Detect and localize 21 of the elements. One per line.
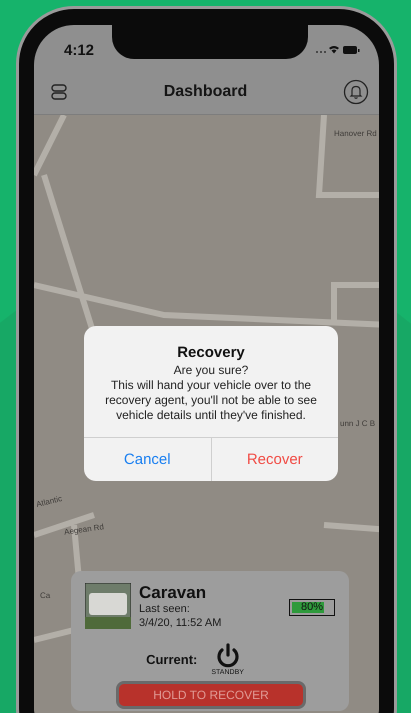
map-label: unn J C B — [340, 419, 376, 428]
current-label: Current: — [146, 652, 198, 666]
notification-bell-icon[interactable] — [342, 78, 369, 104]
status-icons — [315, 44, 361, 56]
hold-to-recover-button[interactable]: HOLD TO RECOVER — [116, 681, 306, 709]
dialog-title: Recovery — [177, 344, 245, 361]
vehicle-name: Caravan — [139, 583, 208, 603]
status-time: 4:12 — [64, 42, 94, 58]
map-label: Aegean Rd — [64, 522, 104, 537]
nav-title: Dashboard — [164, 82, 248, 100]
menu-icon[interactable] — [50, 82, 68, 100]
last-seen-label: Last seen: — [139, 603, 191, 617]
dialog-message: Are you sure? This will hand your vehicle over to the recovery agent, you'll not be able to see vehicle details until they've finished. — [104, 363, 318, 423]
map-label: Hanover Rd — [334, 129, 377, 138]
dialog-button[interactable]: Recover — [210, 438, 338, 481]
map-label: Atlantic — [35, 494, 63, 510]
map-label: Ca — [40, 591, 50, 600]
battery-reading: 80% — [300, 601, 324, 613]
last-seen-time: 3/4/20, 11:52 AM — [139, 616, 222, 630]
dialog-button[interactable]: Cancel — [84, 438, 210, 481]
power-icon — [214, 642, 241, 668]
